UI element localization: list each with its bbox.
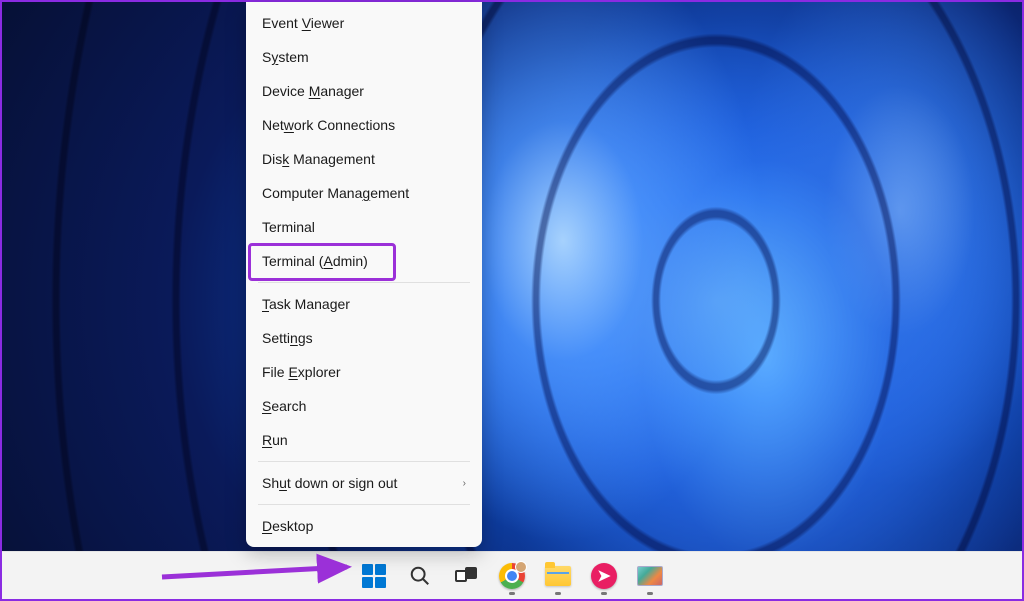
chevron-right-icon: › [463, 478, 466, 489]
running-indicator [555, 592, 561, 595]
search-icon [409, 565, 431, 587]
menu-item-label: File Explorer [262, 364, 341, 380]
chrome-icon [499, 563, 525, 589]
menu-item-label: Disk Management [262, 151, 375, 167]
folder-icon [545, 566, 571, 586]
menu-item-system[interactable]: System [250, 40, 478, 74]
menu-separator [258, 461, 470, 462]
menu-item-label: Device Manager [262, 83, 364, 99]
menu-item-label: Search [262, 398, 306, 414]
winx-context-menu: Event Viewer System Device Manager Network … [246, 2, 482, 547]
profile-badge-icon [515, 561, 527, 573]
taskbar-app-settings-tool[interactable] [629, 555, 671, 597]
start-button[interactable] [353, 555, 395, 597]
running-indicator [601, 592, 607, 595]
menu-separator [258, 282, 470, 283]
round-app-icon: ➤ [591, 563, 617, 589]
task-view-button[interactable] [445, 555, 487, 597]
taskbar-search-button[interactable] [399, 555, 441, 597]
menu-item-event-viewer[interactable]: Event Viewer [250, 6, 478, 40]
menu-item-label: Event Viewer [262, 15, 344, 31]
menu-item-disk-management[interactable]: Disk Management [250, 142, 478, 176]
menu-item-search[interactable]: Search [250, 389, 478, 423]
menu-item-file-explorer[interactable]: File Explorer [250, 355, 478, 389]
menu-item-label: Computer Management [262, 185, 409, 201]
menu-item-settings[interactable]: Settings [250, 321, 478, 355]
menu-item-label: Network Connections [262, 117, 395, 133]
menu-item-label: Settings [262, 330, 313, 346]
menu-item-label: Task Manager [262, 296, 350, 312]
taskbar-chrome[interactable] [491, 555, 533, 597]
running-indicator [509, 592, 515, 595]
menu-item-shut-down[interactable]: Shut down or sign out › [250, 466, 478, 500]
taskbar-app-round[interactable]: ➤ [583, 555, 625, 597]
menu-item-label: System [262, 49, 309, 65]
menu-item-network-connections[interactable]: Network Connections [250, 108, 478, 142]
running-indicator [647, 592, 653, 595]
menu-item-device-manager[interactable]: Device Manager [250, 74, 478, 108]
task-view-icon [455, 567, 477, 585]
menu-item-label: Terminal [262, 219, 315, 235]
taskbar-file-explorer[interactable] [537, 555, 579, 597]
settings-app-icon [637, 566, 663, 586]
menu-item-task-manager[interactable]: Task Manager [250, 287, 478, 321]
menu-separator [258, 504, 470, 505]
menu-item-desktop[interactable]: Desktop [250, 509, 478, 543]
windows-logo-icon [362, 564, 386, 588]
menu-item-label: Terminal (Admin) [262, 253, 368, 269]
menu-item-terminal-admin[interactable]: Terminal (Admin) [250, 244, 478, 278]
menu-item-label: Run [262, 432, 288, 448]
menu-item-run[interactable]: Run [250, 423, 478, 457]
menu-item-terminal[interactable]: Terminal [250, 210, 478, 244]
taskbar: ➤ [2, 551, 1022, 599]
desktop-wallpaper [2, 2, 1022, 599]
menu-item-label: Shut down or sign out [262, 475, 397, 491]
menu-item-label: Desktop [262, 518, 313, 534]
menu-item-computer-management[interactable]: Computer Management [250, 176, 478, 210]
